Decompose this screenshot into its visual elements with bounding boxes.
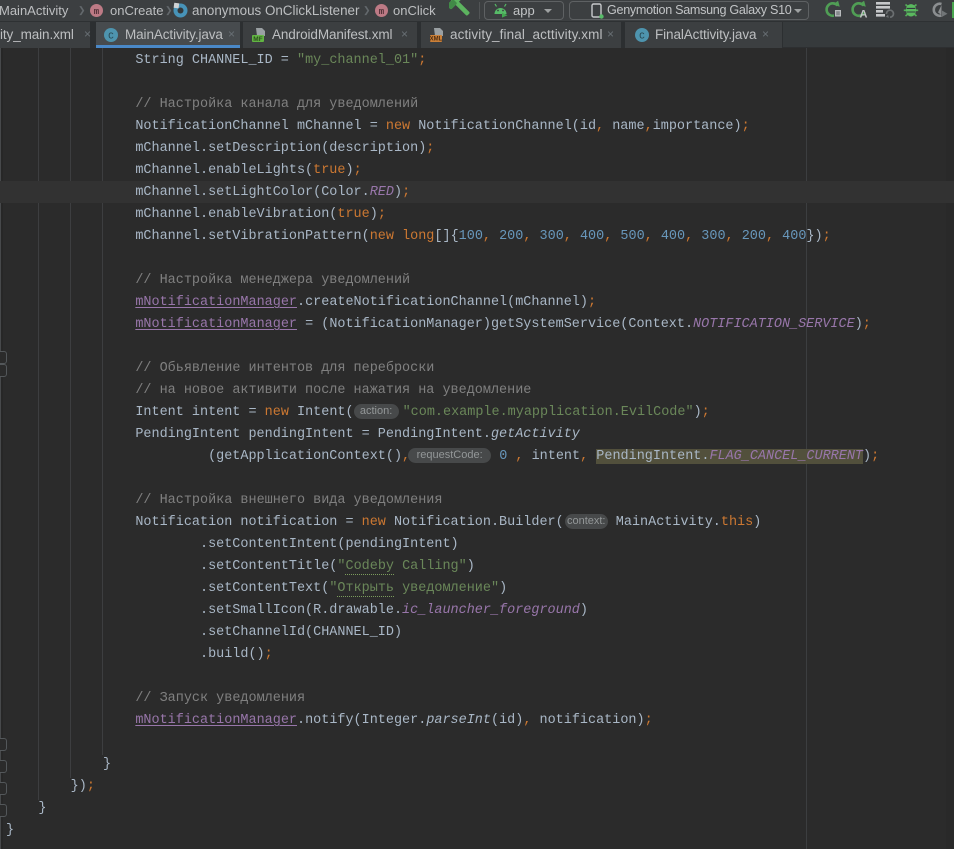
svg-text:MF: MF [253, 36, 262, 43]
svg-text:m: m [379, 7, 385, 17]
svg-text:XML: XML [430, 37, 443, 43]
svg-text:C: C [108, 31, 114, 42]
svg-text:C: C [639, 31, 645, 42]
svg-text:m: m [94, 7, 100, 17]
svg-text:A: A [860, 9, 868, 21]
